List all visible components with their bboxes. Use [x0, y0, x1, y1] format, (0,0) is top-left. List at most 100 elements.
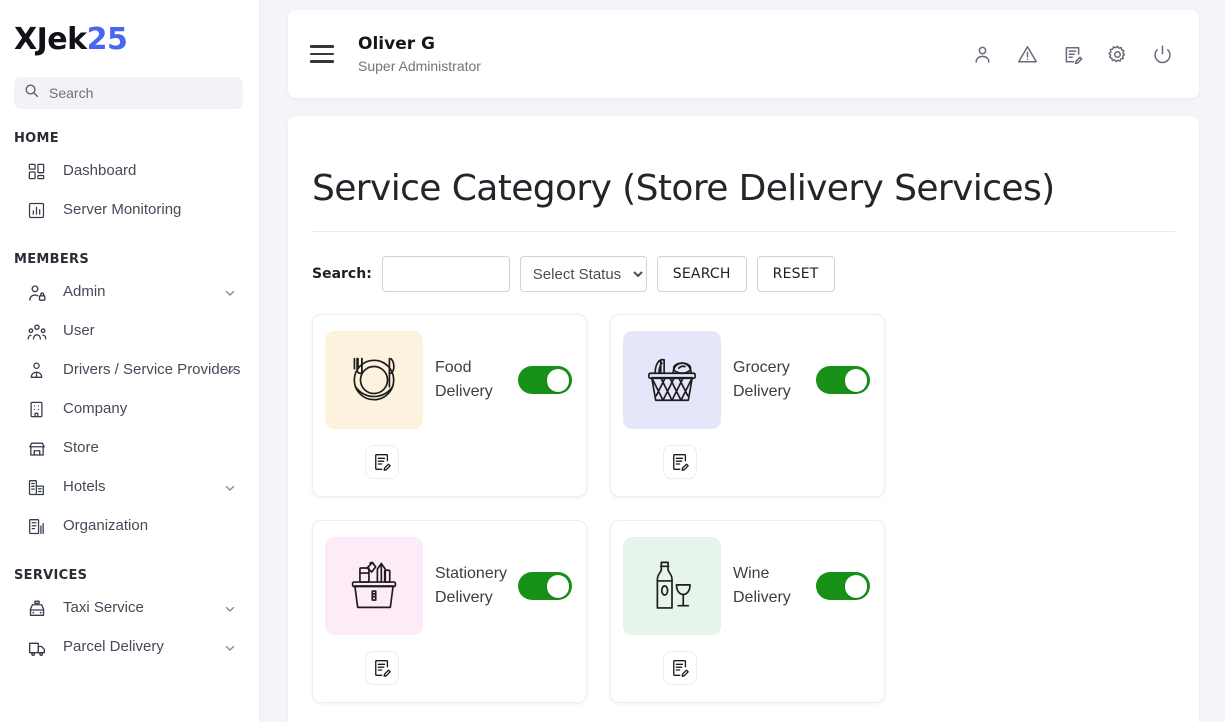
organization-icon — [26, 516, 47, 537]
sidebar-nav: HOME Dashboard Server Monitoring MEMBERS Adm… — [0, 109, 259, 667]
toggle-knob — [547, 575, 570, 598]
hamburger-bar — [310, 53, 334, 56]
dashboard-icon — [26, 161, 47, 182]
food-delivery-icon — [325, 331, 423, 429]
topbar: Oliver G Super Administrator — [288, 10, 1199, 98]
sidebar-item-user[interactable]: User — [0, 312, 259, 351]
sidebar-item-label: Organization — [63, 516, 148, 536]
sidebar: XJek25 HOME Dashboard Server Monitoring MEM… — [0, 0, 260, 722]
user-lock-icon — [26, 282, 47, 303]
sidebar-section-services: SERVICES — [0, 546, 259, 589]
sidebar-item-label: Drivers / Service Providers — [63, 360, 241, 380]
search-icon — [24, 83, 39, 103]
notes-icon[interactable] — [1062, 44, 1083, 65]
service-card-name: Food Delivery — [435, 356, 518, 404]
sidebar-item-parcel-delivery[interactable]: Parcel Delivery — [0, 628, 259, 667]
hotel-icon — [26, 477, 47, 498]
hamburger-menu-icon[interactable] — [310, 45, 334, 63]
stationery-delivery-icon — [325, 537, 423, 635]
topbar-icon-group — [972, 44, 1173, 65]
driver-icon — [26, 360, 47, 381]
profile-icon[interactable] — [972, 44, 993, 65]
toggle-knob — [547, 369, 570, 392]
reset-button[interactable]: RESET — [757, 256, 835, 292]
sidebar-item-store[interactable]: Store — [0, 429, 259, 468]
chevron-down-icon[interactable] — [223, 364, 237, 378]
wine-delivery-icon — [623, 537, 721, 635]
store-icon — [26, 438, 47, 459]
chevron-down-icon[interactable] — [223, 286, 237, 300]
status-toggle[interactable] — [816, 572, 870, 600]
sidebar-item-label: Dashboard — [63, 161, 136, 181]
edit-service-button[interactable] — [663, 651, 697, 685]
content-panel: Service Category (Store Delivery Service… — [288, 116, 1199, 722]
sidebar-item-drivers-service-providers[interactable]: Drivers / Service Providers — [0, 351, 259, 390]
service-card[interactable]: Food Delivery — [312, 314, 587, 497]
grocery-delivery-icon — [623, 331, 721, 429]
sidebar-item-label: Store — [63, 438, 99, 458]
sidebar-item-organization[interactable]: Organization — [0, 507, 259, 546]
sidebar-item-company[interactable]: Company — [0, 390, 259, 429]
power-icon[interactable] — [1152, 44, 1173, 65]
status-toggle[interactable] — [518, 572, 572, 600]
status-toggle[interactable] — [816, 366, 870, 394]
chevron-down-icon[interactable] — [223, 481, 237, 495]
building-icon — [26, 399, 47, 420]
toggle-knob — [845, 369, 868, 392]
chevron-down-icon[interactable] — [223, 602, 237, 616]
status-select[interactable]: Select StatusActiveInactive — [520, 256, 647, 292]
settings-icon[interactable] — [1107, 44, 1128, 65]
service-card[interactable]: Stationery Delivery — [312, 520, 587, 703]
user-block: Oliver G Super Administrator — [358, 34, 481, 74]
service-card-top: Stationery Delivery — [325, 537, 572, 635]
hamburger-bar — [310, 45, 334, 48]
brand-logo-accent: 25 — [87, 22, 128, 57]
hamburger-bar — [310, 60, 334, 63]
brand-logo-primary: XJek — [14, 22, 87, 57]
table-search-input[interactable] — [382, 256, 510, 292]
sidebar-item-label: Hotels — [63, 477, 106, 497]
parcel-icon — [26, 637, 47, 658]
sidebar-item-server-monitoring[interactable]: Server Monitoring — [0, 191, 259, 230]
page-title: Service Category (Store Delivery Service… — [312, 168, 1175, 232]
sidebar-item-label: Admin — [63, 282, 106, 302]
service-card[interactable]: Grocery Delivery — [610, 314, 885, 497]
chevron-down-icon[interactable] — [223, 641, 237, 655]
sidebar-item-label: User — [63, 321, 95, 341]
chart-icon — [26, 200, 47, 221]
main-area: Oliver G Super Administrator — [260, 0, 1225, 722]
service-card-top: Grocery Delivery — [623, 331, 870, 429]
users-icon — [26, 321, 47, 342]
brand-logo[interactable]: XJek25 — [0, 0, 259, 63]
sidebar-item-admin[interactable]: Admin — [0, 273, 259, 312]
app-root: XJek25 HOME Dashboard Server Monitoring MEM… — [0, 0, 1225, 722]
service-card-name: Wine Delivery — [733, 562, 816, 610]
service-card[interactable]: Wine Delivery — [610, 520, 885, 703]
search-input[interactable] — [47, 84, 233, 102]
toggle-knob — [845, 575, 868, 598]
sidebar-item-label: Parcel Delivery — [63, 637, 164, 657]
sidebar-item-label: Company — [63, 399, 127, 419]
taxi-icon — [26, 598, 47, 619]
edit-service-button[interactable] — [663, 445, 697, 479]
sidebar-section-members: MEMBERS — [0, 230, 259, 273]
filter-row: Search: Select StatusActiveInactive SEAR… — [312, 256, 1175, 292]
service-card-name: Grocery Delivery — [733, 356, 816, 404]
sidebar-item-hotels[interactable]: Hotels — [0, 468, 259, 507]
sidebar-item-dashboard[interactable]: Dashboard — [0, 152, 259, 191]
service-category-grid: Food Delivery Grocery Delivery — [312, 314, 1175, 722]
sidebar-section-home: HOME — [0, 109, 259, 152]
sidebar-item-taxi-service[interactable]: Taxi Service — [0, 589, 259, 628]
sidebar-item-label: Taxi Service — [63, 598, 144, 618]
search-label: Search: — [312, 266, 372, 282]
status-toggle[interactable] — [518, 366, 572, 394]
alert-icon[interactable] — [1017, 44, 1038, 65]
edit-service-button[interactable] — [365, 651, 399, 685]
sidebar-search[interactable] — [14, 77, 243, 109]
service-card-top: Food Delivery — [325, 331, 572, 429]
edit-service-button[interactable] — [365, 445, 399, 479]
sidebar-item-label: Server Monitoring — [63, 200, 181, 220]
service-card-top: Wine Delivery — [623, 537, 870, 635]
user-role: Super Administrator — [358, 58, 481, 74]
search-button[interactable]: SEARCH — [657, 256, 747, 292]
